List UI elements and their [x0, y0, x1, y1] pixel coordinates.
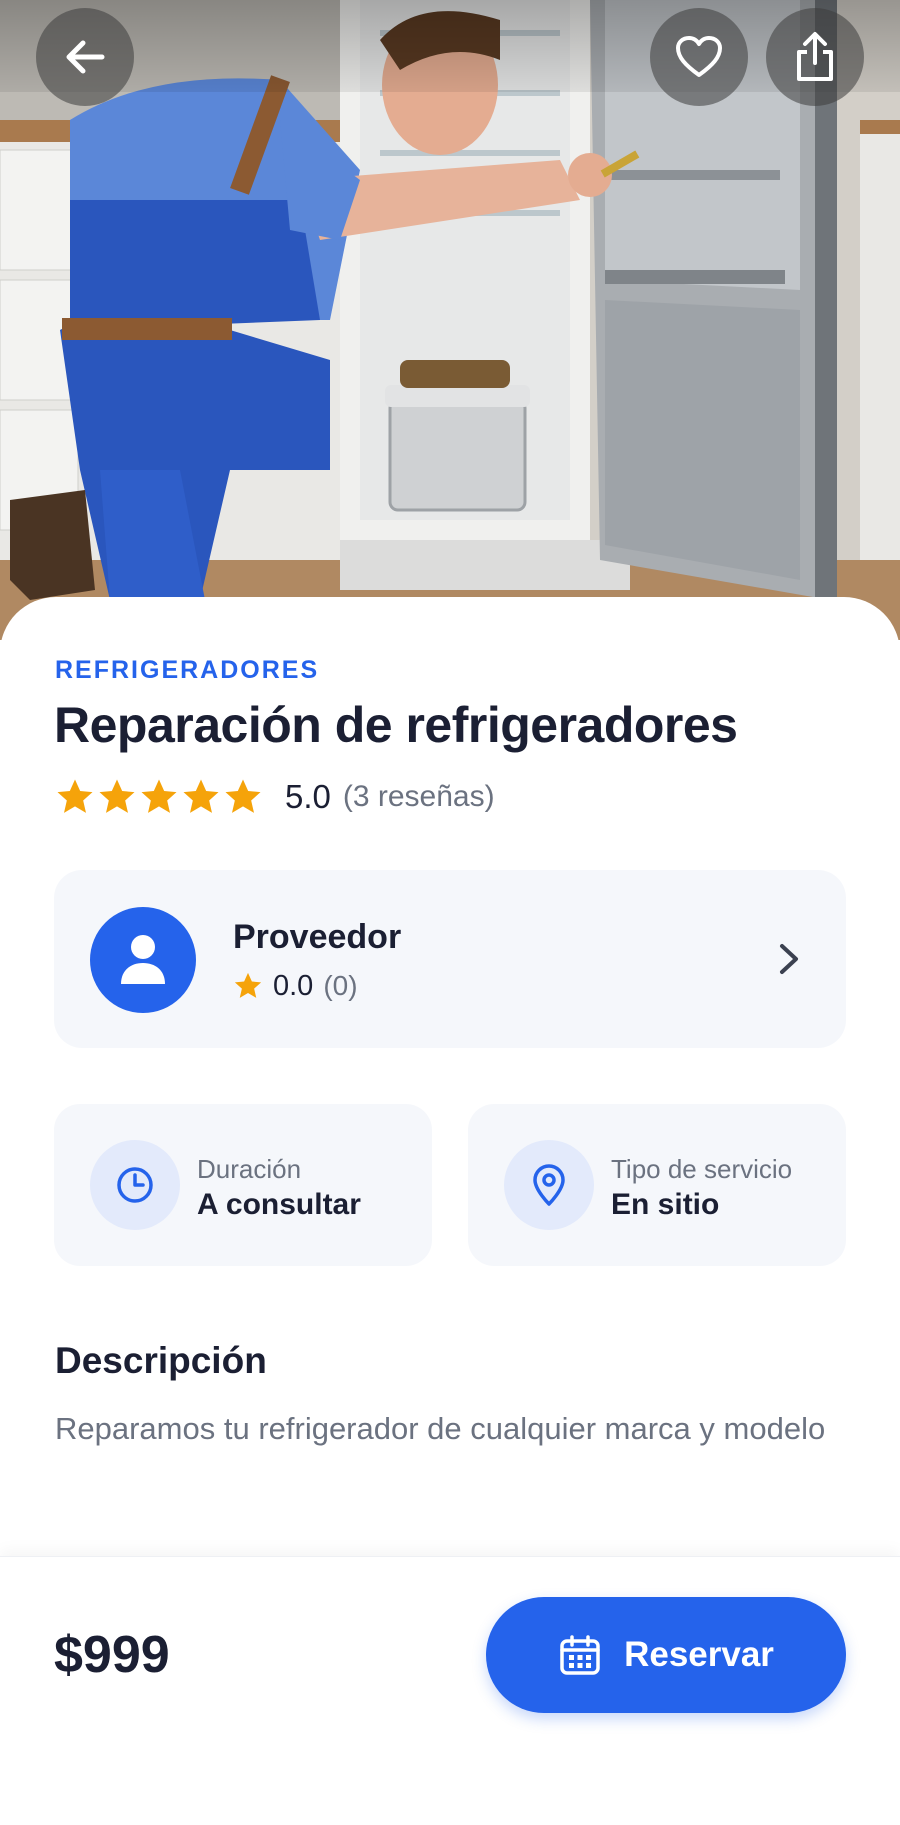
share-icon: [797, 32, 833, 81]
map-pin-icon: [533, 1164, 565, 1206]
calendar-icon: [560, 1635, 600, 1675]
rating-value: 5.0: [285, 778, 331, 815]
star-icon: [99, 779, 135, 813]
service-category: REFRIGERADORES: [55, 656, 320, 684]
arrow-left-icon: [66, 40, 105, 74]
service-rating: 5.0 (3 reseñas): [55, 774, 495, 820]
description-heading: Descripción: [55, 1340, 267, 1381]
favorite-button[interactable]: [650, 8, 748, 106]
service-type-icon-badge: [504, 1140, 594, 1230]
service-type-label: Tipo de servicio: [611, 1154, 793, 1184]
provider-name: Proveedor: [233, 918, 402, 956]
star-icon: [225, 779, 261, 813]
duration-icon-badge: [90, 1140, 180, 1230]
service-price: $999: [54, 1626, 170, 1684]
review-count: (3 reseñas): [342, 780, 495, 813]
reserve-button[interactable]: Reservar: [486, 1597, 846, 1713]
clock-icon: [117, 1167, 153, 1203]
booking-bar: $999 Reservar: [0, 1556, 900, 1825]
hero-image: [0, 0, 900, 640]
service-type-value: En sitio: [611, 1188, 720, 1221]
duration-card: Duración A consultar: [54, 1104, 432, 1266]
reserve-button-label: Reservar: [624, 1635, 774, 1674]
back-button[interactable]: [36, 8, 134, 106]
provider-rating: 0.0 (0): [233, 968, 358, 1004]
duration-value: A consultar: [197, 1188, 361, 1221]
service-type-card: Tipo de servicio En sitio: [468, 1104, 846, 1266]
star-icon: [234, 972, 262, 998]
star-rating: [55, 777, 263, 817]
share-button[interactable]: [766, 8, 864, 106]
user-icon: [121, 935, 165, 984]
star-icon: [183, 779, 219, 813]
service-title: Reparación de refrigeradores: [54, 697, 738, 753]
duration-label: Duración: [197, 1154, 302, 1184]
star-icon: [57, 779, 93, 813]
star-icon: [141, 779, 177, 813]
top-scrim: [0, 0, 900, 92]
chevron-right-icon: [780, 944, 798, 974]
provider-card[interactable]: Proveedor 0.0 (0): [54, 870, 846, 1048]
provider-avatar: [90, 907, 196, 1013]
heart-outline-icon: [676, 36, 722, 77]
description-text: Reparamos tu refrigerador de cualquier m…: [55, 1411, 826, 1446]
provider-rating-value: 0.0: [273, 969, 314, 1002]
technician-fridge-illustration: [0, 0, 900, 640]
provider-review-count: (0): [323, 970, 358, 1001]
